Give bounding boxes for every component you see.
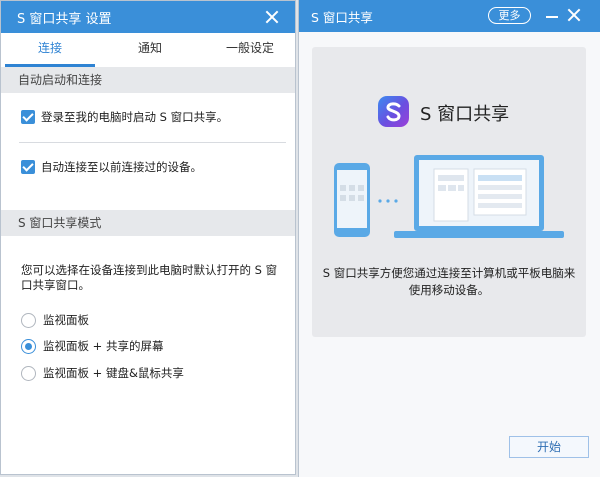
main-titlebar: S 窗口共享 更多 — [299, 0, 600, 32]
radio-row-monitor-panel-keyboard-mouse[interactable]: 监视面板 + 键盘&鼠标共享 — [21, 365, 184, 381]
radio-label-monitor-panel-keyboard-mouse: 监视面板 + 键盘&鼠标共享 — [43, 366, 184, 380]
checkbox-row-launch-on-login[interactable]: 登录至我的电脑时启动 S 窗口共享。 — [21, 109, 228, 125]
phone-to-laptop-illustration — [334, 155, 564, 238]
close-icon[interactable] — [567, 8, 581, 22]
settings-window: S 窗口共享 设置 连接 通知 一般设定 自动启动和连接 登录至我的电脑时启动 … — [0, 0, 296, 475]
more-button[interactable]: 更多 — [488, 7, 531, 24]
desktop: S 窗口共享 设置 连接 通知 一般设定 自动启动和连接 登录至我的电脑时启动 … — [0, 0, 600, 477]
brand-name: S 窗口共享 — [420, 104, 510, 125]
radio-monitor-panel-shared-screen[interactable] — [21, 338, 36, 354]
settings-titlebar: S 窗口共享 设置 — [1, 1, 295, 33]
checkbox-label-launch-on-login: 登录至我的电脑时启动 S 窗口共享。 — [41, 110, 229, 124]
section-header-autostart: 自动启动和连接 — [1, 67, 295, 93]
intro-card: S 窗口共享 S 窗口共享方便您通过连接至计算机或平板电脑来使用移动设备。 — [312, 47, 586, 337]
radio-row-monitor-panel-shared-screen[interactable]: 监视面板 + 共享的屏幕 — [21, 338, 163, 354]
radio-label-monitor-panel-shared-screen: 监视面板 + 共享的屏幕 — [43, 339, 164, 353]
intro-caption: S 窗口共享方便您通过连接至计算机或平板电脑来使用移动设备。 — [322, 266, 576, 297]
radio-monitor-panel[interactable] — [21, 312, 36, 328]
section-header-mode: S 窗口共享模式 — [1, 210, 295, 236]
tab-connection[interactable]: 连接 — [5, 33, 95, 67]
radio-label-monitor-panel: 监视面板 — [43, 313, 89, 327]
minimize-icon[interactable] — [545, 8, 559, 22]
settings-window-title: S 窗口共享 设置 — [17, 12, 112, 27]
tab-notifications[interactable]: 通知 — [105, 33, 195, 67]
radio-monitor-panel-keyboard-mouse[interactable] — [21, 365, 36, 381]
settings-tabs: 连接 通知 一般设定 — [1, 33, 295, 67]
checkbox-auto-connect[interactable] — [21, 160, 35, 174]
main-window: S 窗口共享 更多 S 窗口共享 S 窗口共享方便您通过连接至计算机或平板电脑来… — [298, 0, 600, 477]
checkbox-launch-on-login[interactable] — [21, 110, 35, 124]
tab-general-settings[interactable]: 一般设定 — [205, 33, 295, 67]
close-icon[interactable] — [265, 10, 279, 24]
start-button[interactable]: 开始 — [509, 436, 589, 458]
checkbox-label-auto-connect: 自动连接至以前连接过的设备。 — [41, 160, 202, 174]
divider — [19, 142, 286, 143]
checkbox-row-auto-connect[interactable]: 自动连接至以前连接过的设备。 — [21, 159, 202, 175]
s-window-share-logo-icon — [378, 96, 409, 127]
main-window-title: S 窗口共享 — [311, 10, 373, 25]
mode-description: 您可以选择在设备连接到此电脑时默认打开的 S 窗口共享窗口。 — [21, 263, 278, 292]
radio-row-monitor-panel[interactable]: 监视面板 — [21, 312, 89, 328]
